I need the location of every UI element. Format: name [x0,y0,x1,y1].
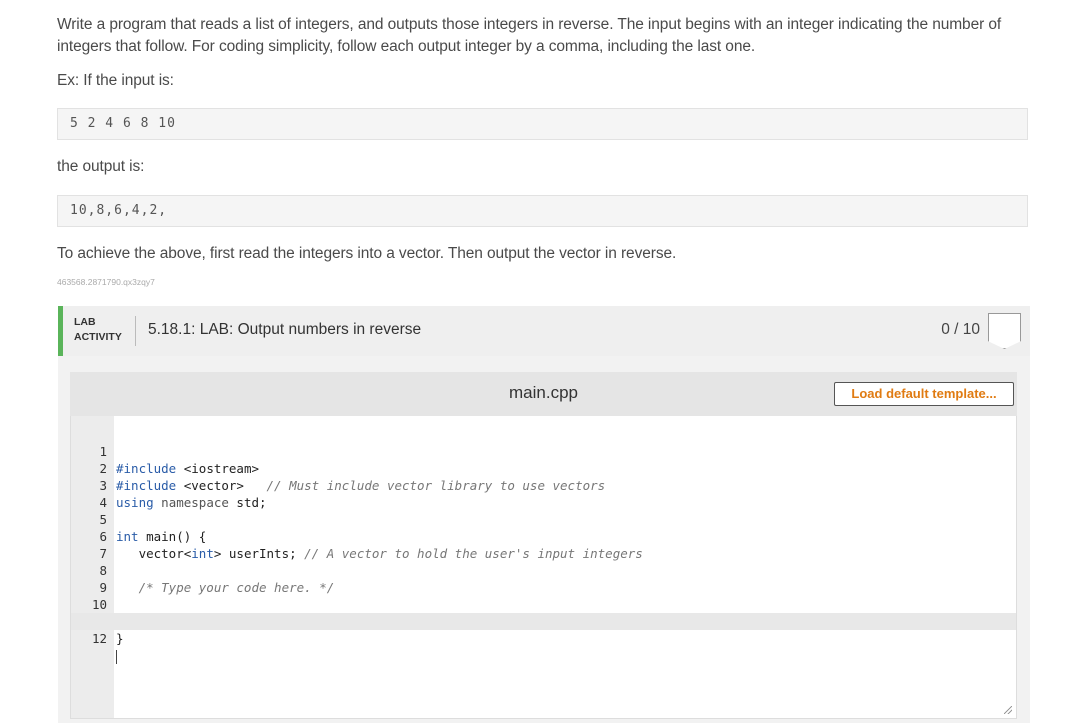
line-code [116,647,117,664]
code-editor-panel: main.cpp Load default template... 1 #inc… [58,356,1030,723]
header-divider [135,316,136,346]
code-line[interactable]: 9 [71,562,1016,595]
lab-activity-tag: LAB ACTIVITY [74,315,122,345]
lab-activity-header: LAB ACTIVITY 5.18.1: LAB: Output numbers… [58,306,1030,356]
code-line[interactable]: 1 #include <iostream> [71,426,1016,476]
code-line[interactable]: 2 #include <vector> // Must include vect… [71,443,1016,493]
editor-toolbar: main.cpp Load default template... [70,372,1017,416]
resize-handle-icon[interactable] [1004,706,1012,714]
code-line[interactable]: 3 using namespace std; [71,460,1016,510]
lab-score: 0 / 10 [941,321,980,338]
text-cursor [116,649,117,664]
line-number: 12 [91,631,107,646]
example-input-box: 5 2 4 6 8 10 [57,108,1028,140]
code-line[interactable]: 11 } [71,596,1016,646]
instructions-paragraph: Write a program that reads a list of int… [57,16,1002,55]
example-output-box: 10,8,6,4,2, [57,195,1028,227]
activity-id: 463568.2871790.qx3zqy7 [57,277,155,287]
lab-tag-line2: ACTIVITY [74,331,122,343]
code-line-active[interactable]: 12 [71,613,1016,664]
hint-paragraph: To achieve the above, first read the int… [57,245,677,262]
code-line[interactable]: 7 [71,528,1016,561]
code-line[interactable]: 6 vector<int> userInts; // A vector to h… [71,511,1016,561]
line-code: } [116,631,124,646]
score-badge-icon [988,313,1021,349]
lab-title: 5.18.1: LAB: Output numbers in reverse [148,321,422,338]
example-intro: Ex: If the input is: [57,72,174,89]
code-line[interactable]: 4 [71,477,1016,510]
code-editor[interactable]: 1 #include <iostream> 2 #include <vector… [70,416,1017,719]
lab-tag-line1: LAB [74,316,96,328]
load-default-template-button[interactable]: Load default template... [834,382,1014,406]
code-line[interactable]: 10 return 0; [71,579,1016,629]
output-intro: the output is: [57,158,145,175]
code-line[interactable]: 8 /* Type your code here. */ [71,545,1016,595]
code-line[interactable]: 5 int main() { [71,494,1016,544]
